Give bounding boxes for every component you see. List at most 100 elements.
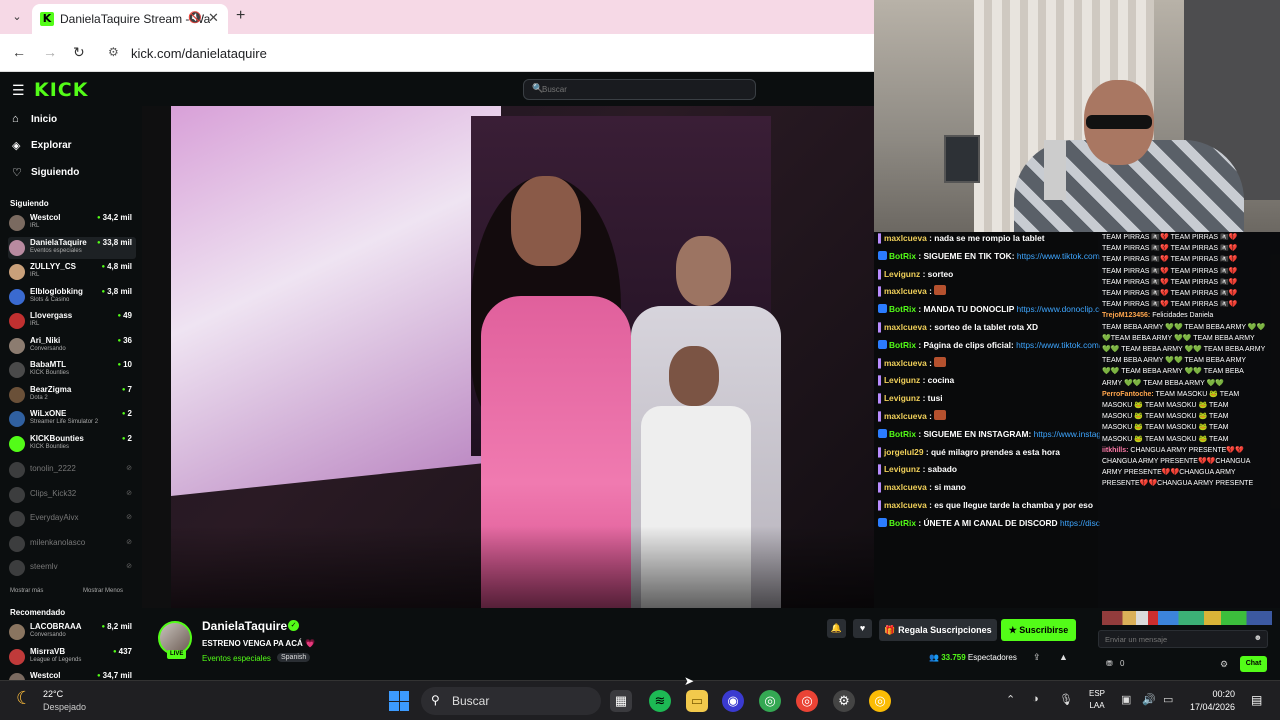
chat-text: 💚TEAM BEBA ARMY 💚💚 TEAM BEBA ARMY [1102,334,1255,342]
file-explorer-icon[interactable]: ▭ [686,690,708,712]
stage-shadow [171,526,874,608]
url-field[interactable]: ⚙ kick.com/danielataquire [102,39,862,67]
channel-name: DanielaTaquire [30,237,87,247]
channel-category: Eventos especiales [30,247,82,254]
overlay-chat-message: ▌maxlcueva : sorteo de la tablet rota XD [878,321,1100,333]
tab-audio-icon[interactable]: 🔇 [188,11,202,24]
search-box[interactable]: 🔍 [523,79,756,100]
sidebar-offline-channel[interactable]: tonolin_2222 ⊘ [8,459,136,481]
weather-temperature[interactable]: 22°C [43,689,63,699]
sidebar-offline-channel[interactable]: Clips_Kick32 ⊘ [8,484,136,506]
chat-text: : cocina [922,375,955,386]
report-icon[interactable]: ▲ [1059,652,1068,662]
sidebar-offline-channel[interactable]: steemlv ⊘ [8,557,136,579]
overlay-chat-line: MASOKU 🐸 TEAM MASOKU 🐸 TEAM [1102,434,1278,445]
windows-start-icon[interactable] [389,691,409,711]
notification-bell-icon[interactable]: 🔔 [827,619,846,638]
stream-category[interactable]: Eventos especiales [202,654,271,663]
channel-name: Elbloglobking [30,286,83,296]
sidebar-channel[interactable]: ZULLYY_CSIRL 4,8 mil [8,261,136,283]
gift-subs-button[interactable]: 🎁 Regala Suscripciones [879,619,997,641]
channel-name: tonolin_2222 [30,464,76,473]
follow-heart-icon[interactable]: ♥ [853,619,872,638]
sidebar-channel[interactable]: KICKBountiesKICK Bounties 2 [8,433,136,455]
sidebar-channel[interactable]: ElbloglobkingSlots & Casino 3,8 mil [8,286,136,308]
tab-search-icon[interactable]: ⌄ [9,9,25,25]
spotify-icon[interactable]: ≋ [649,690,671,712]
overlay-chat-message: ▌jorgeluI29 : qué milagro prendes a esta… [878,446,1100,458]
sidebar-channel[interactable]: Ari_NikiConversando 36 [8,335,136,357]
sidebar-channel[interactable]: LlovergassIRL 49 [8,310,136,332]
show-more-button[interactable]: Mostrar más [10,588,43,594]
nav-label: Siguiendo [31,167,80,178]
obs-icon[interactable]: ◉ [722,690,744,712]
channel-name: Clips_Kick32 [30,488,77,498]
overlay-chat-line: TEAM PIRRAS 🏴‍☠️💔 TEAM PIRRAS 🏴‍☠️💔 [1102,243,1278,254]
chrome-icon[interactable]: ◎ [759,690,781,712]
microphone-icon[interactable]: 🎙 [1059,693,1073,706]
sidebar-channel[interactable]: BearZigmaDota 2 7 [8,384,136,406]
chat-text: PRESENTE💔💔CHANGUA ARMY PRESENTE [1102,480,1254,488]
overlay-chat-line: PerroFantoche: TEAM MASOKU 🐸 TEAM [1102,389,1278,400]
channel-category: KICK Bounties [30,370,70,376]
emote-bar[interactable] [1102,611,1272,625]
sidebar-offline-channel[interactable]: milenkanolasco ⊘ [8,533,136,555]
subscribe-button[interactable]: ★ Suscribirse [1001,619,1076,641]
recommended-channel[interactable]: LACOBRAAAConversando 8,2 mil [8,621,136,643]
clock[interactable]: 00:20 17/04/2026 [1187,688,1235,714]
sidebar-channel[interactable]: WiLxONEStreamer Life Simulator 2 2 [8,408,136,430]
weather-moon-icon[interactable]: ☾ [16,688,32,709]
new-tab-icon[interactable]: + [236,7,245,25]
channel-viewers: 34,7 mil [97,671,132,680]
video-player[interactable] [171,106,874,608]
sidebar-channel[interactable]: BabaMTLKICK Bounties 10 [8,359,136,381]
tray-app-icon[interactable]: ◑ [1032,693,1039,705]
weather-description[interactable]: Despejado [43,702,86,712]
chat-username: TrejoM123456: [1102,312,1151,320]
search-input[interactable] [542,82,742,97]
sidebar-channel[interactable]: WestcolIRL 34,2 mil [8,212,136,234]
taskview-icon[interactable]: ▦ [610,690,632,712]
channel-viewers: 3,8 mil [101,287,132,296]
site-info-icon[interactable]: ⚙ [108,45,119,59]
steam-icon[interactable]: ⚙ [833,690,855,712]
chrome-active-icon[interactable]: ◎ [869,690,891,712]
menu-icon[interactable]: ☰ [12,82,25,99]
emoji-icon[interactable]: ☻ [1254,633,1262,642]
streamer-name[interactable]: DanielaTaquire [202,619,287,633]
chat-text: MASOKU 🐸 TEAM MASOKU 🐸 TEAM [1102,402,1229,409]
kick-logo[interactable]: KICK [34,79,88,101]
overlay-chat-line: TEAM PIRRAS 🏴‍☠️💔 TEAM PIRRAS 🏴‍☠️💔 [1102,254,1278,265]
network-icon[interactable]: ▣ [1121,693,1131,706]
forward-icon[interactable]: → [43,44,57,60]
channel-avatar [9,462,25,478]
language-indicator[interactable]: ESP LAA [1089,688,1105,712]
back-icon[interactable]: ← [12,44,26,60]
channel-name: KICKBounties [30,433,84,443]
taskbar-search[interactable]: ⚲ Buscar [421,687,601,715]
screen: ⌄ K DanielaTaquire Stream - Wa 🔇 ✕ + ← →… [0,0,1280,720]
chat-input-box[interactable]: ☻ [1098,630,1268,648]
browser-tab[interactable]: K DanielaTaquire Stream - Wa 🔇 ✕ [32,4,228,34]
language-tag[interactable]: Spanish [277,653,311,662]
channel-name: BearZigma [30,384,72,394]
chat-input[interactable] [1105,633,1245,645]
notifications-icon[interactable]: ▤ [1251,693,1262,707]
recommended-channel[interactable]: MisrraVBLeague of Legends 437 [8,646,136,668]
reload-icon[interactable]: ↻ [73,44,85,61]
points-icon[interactable]: ⛃ [1106,659,1113,668]
show-less-button[interactable]: Mostrar Menos [83,588,123,594]
live-badge: LIVE [167,650,187,659]
sidebar-offline-channel[interactable]: EverydayAivx ⊘ [8,508,136,530]
tray-chevron-icon[interactable]: ⌃ [1006,693,1015,706]
bot-badge-icon [878,339,887,349]
volume-icon[interactable]: 🔊 [1142,693,1156,706]
sidebar-channel[interactable]: DanielaTaquireEventos especiales 33,8 mil [8,236,136,259]
chrome-profile-icon[interactable]: ◎ [796,690,818,712]
battery-icon[interactable]: ▭ [1163,693,1173,706]
tab-close-icon[interactable]: ✕ [208,10,219,26]
chat-send-button[interactable]: Chat [1240,656,1267,672]
chat-settings-icon[interactable]: ⚙ [1220,659,1228,670]
share-icon[interactable]: ⇪ [1033,652,1041,663]
chat-username: maxlcueva [883,286,927,297]
